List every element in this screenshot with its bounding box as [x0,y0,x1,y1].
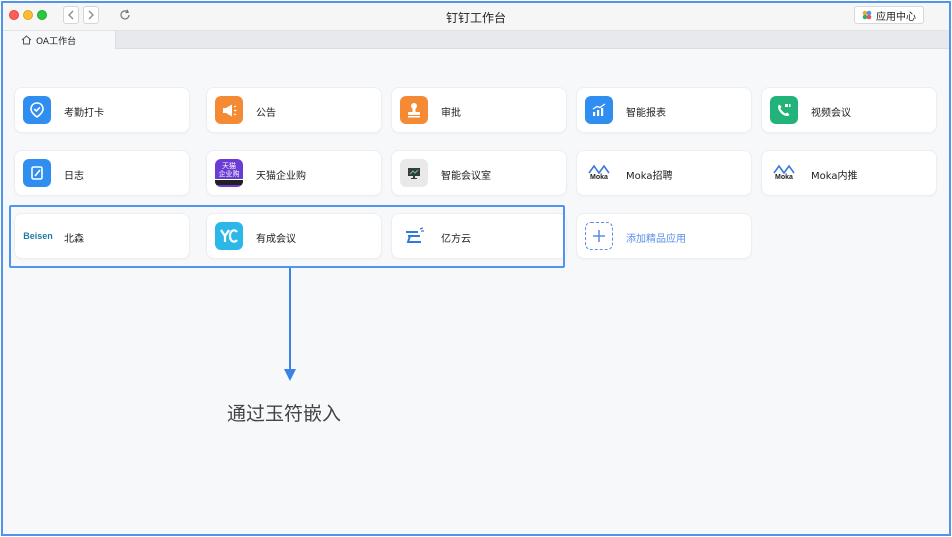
app-label: 智能会议室 [441,171,491,182]
app-label: 智能报表 [626,108,666,119]
app-card-moka-referral[interactable]: Moka Moka内推 [761,150,937,196]
app-card-moka-recruit[interactable]: Moka Moka招聘 [576,150,752,196]
add-icon [585,222,613,250]
dingtalk-window: 钉钉工作台 应用中心 OA工作台 考勤打卡 公告 审批 智能报表 视频会议 日志… [1,1,951,536]
annotation-arrow-line [289,268,291,371]
annotation-text: 通过玉符嵌入 [227,403,342,425]
app-label: 视频会议 [811,108,851,119]
moka-logo-text: Moka [775,174,793,181]
app-card-smart-report[interactable]: 智能报表 [576,87,752,133]
app-center-button[interactable]: 应用中心 [854,6,924,24]
app-center-icon [862,10,872,20]
app-card-announcement[interactable]: 公告 [206,87,382,133]
meeting-room-icon [400,159,428,187]
tmall-icon: 天猫 企业购 [215,159,243,187]
app-label: Moka招聘 [626,171,673,182]
app-label: 审批 [441,108,461,119]
add-app-card[interactable]: 添加精品应用 [576,213,752,259]
attendance-icon [23,96,51,124]
app-label: 考勤打卡 [64,108,104,119]
tmall-icon-strip [215,178,243,185]
app-label: 公告 [256,108,276,119]
app-card-tmall-business[interactable]: 天猫 企业购 天猫企业购 [206,150,382,196]
stamp-icon [400,96,428,124]
app-card-approval[interactable]: 审批 [391,87,567,133]
embedded-apps-highlight [9,205,565,268]
window-title: 钉钉工作台 [445,11,506,25]
moka-logo-text: Moka [590,174,608,181]
add-app-label: 添加精品应用 [626,234,686,245]
megaphone-icon [215,96,243,124]
app-card-smart-meeting-room[interactable]: 智能会议室 [391,150,567,196]
annotation-arrow-head [284,369,296,381]
tmall-icon-text-top: 天猫 [222,161,236,170]
tmall-icon-text-bottom: 企业购 [218,169,240,178]
app-label: 天猫企业购 [256,171,306,182]
moka-icon: Moka [770,159,798,187]
tab-bar: OA工作台 [3,31,949,49]
title-bar: 钉钉工作台 应用中心 [3,3,949,31]
video-call-icon [770,96,798,124]
app-center-label: 应用中心 [876,11,916,23]
home-icon [21,35,32,45]
app-card-journal[interactable]: 日志 [14,150,190,196]
tab-oa-workbench[interactable]: OA工作台 [3,31,116,49]
tab-label: OA工作台 [36,36,77,47]
app-card-attendance[interactable]: 考勤打卡 [14,87,190,133]
journal-icon [23,159,51,187]
chart-icon [585,96,613,124]
moka-icon: Moka [585,159,613,187]
app-card-video-meeting[interactable]: 视频会议 [761,87,937,133]
app-label: 日志 [64,171,84,182]
app-label: Moka内推 [811,171,858,182]
